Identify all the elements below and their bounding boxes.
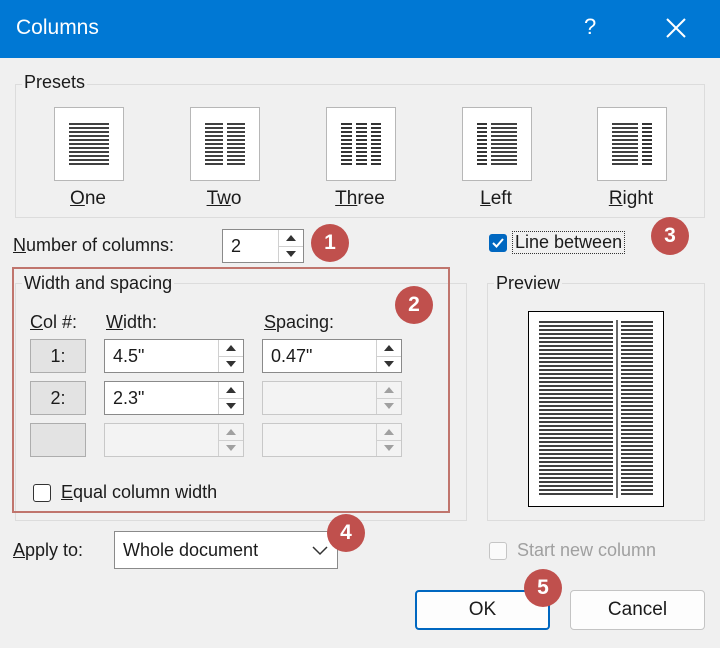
help-button[interactable]: ? <box>584 14 596 40</box>
preset-left-label[interactable]: Left <box>446 188 546 210</box>
equal-column-width-checkbox[interactable] <box>33 484 51 502</box>
checkmark-icon <box>492 238 504 248</box>
spacing-header: Spacing: <box>264 312 335 332</box>
col-1-width-input[interactable]: 4.5" <box>104 339 244 373</box>
spin-up-icon[interactable] <box>219 382 243 399</box>
title-bar: Columns ? <box>0 0 720 58</box>
spin-down-icon <box>226 445 236 451</box>
preview-page <box>528 311 664 507</box>
spin-down-icon[interactable] <box>279 246 303 262</box>
preset-right[interactable] <box>597 107 667 181</box>
col-1-width-spinner[interactable] <box>218 340 243 372</box>
preview-legend: Preview <box>494 273 563 294</box>
close-icon[interactable] <box>660 12 692 44</box>
apply-to-select[interactable]: Whole document <box>114 531 338 569</box>
one-column-preset-icon <box>69 123 109 165</box>
number-of-columns-input[interactable]: 2 <box>222 229 304 263</box>
line-between-label[interactable]: Line between <box>511 231 626 254</box>
cancel-button[interactable]: Cancel <box>570 590 705 630</box>
spin-up-icon[interactable] <box>279 230 303 247</box>
col-3-width-spinner <box>218 424 243 456</box>
line-between-checkbox[interactable] <box>489 234 507 252</box>
callout-badge-1: 1 <box>311 224 349 262</box>
spin-down-icon <box>384 403 394 409</box>
col-2-spacing-input <box>262 381 402 415</box>
col-number-1: 1: <box>30 339 86 373</box>
col-2-spacing-spinner <box>376 382 401 414</box>
start-new-column-checkbox <box>489 542 507 560</box>
chevron-down-icon[interactable] <box>309 541 331 561</box>
callout-badge-4: 4 <box>327 514 365 552</box>
col-2-width-spinner[interactable] <box>218 382 243 414</box>
right-columns-preset-icon <box>612 123 652 165</box>
spin-down-icon[interactable] <box>219 356 243 372</box>
col-2-width-value: 2.3" <box>113 388 145 408</box>
three-columns-preset-icon <box>341 123 381 165</box>
spin-up-icon <box>219 429 243 441</box>
apply-to-value: Whole document <box>123 540 259 560</box>
spin-up-icon[interactable] <box>377 340 401 357</box>
width-spacing-legend: Width and spacing <box>22 273 175 294</box>
callout-badge-2: 2 <box>395 286 433 324</box>
col-1-width-value: 4.5" <box>113 346 145 366</box>
callout-badge-5: 5 <box>524 569 562 607</box>
col-3-width-input <box>104 423 244 457</box>
col-number-header: Col #: <box>30 312 78 332</box>
preset-left[interactable] <box>462 107 532 181</box>
preview-columns-icon <box>539 320 653 498</box>
col-1-spacing-input[interactable]: 0.47" <box>262 339 402 373</box>
preset-three[interactable] <box>326 107 396 181</box>
two-columns-preset-icon <box>205 123 245 165</box>
start-new-column-label: Start new column <box>517 540 657 560</box>
preset-one-label[interactable]: One <box>38 188 138 210</box>
preset-three-label[interactable]: Three <box>310 188 410 210</box>
spin-down-icon[interactable] <box>219 398 243 414</box>
col-1-spacing-value: 0.47" <box>271 346 313 366</box>
col-number-3 <box>30 423 86 457</box>
col-3-spacing-input <box>262 423 402 457</box>
spin-down-icon[interactable] <box>377 356 401 372</box>
dialog-title: Columns <box>16 16 99 39</box>
apply-to-label: Apply to: <box>13 540 84 560</box>
col-3-spacing-spinner <box>376 424 401 456</box>
preset-right-label[interactable]: Right <box>581 188 681 210</box>
spin-up-icon <box>377 429 401 441</box>
equal-column-width-label[interactable]: Equal column width <box>61 482 217 503</box>
spin-down-icon <box>384 445 394 451</box>
spin-up-icon <box>377 387 401 399</box>
spin-up-icon[interactable] <box>219 340 243 357</box>
col-1-spacing-spinner[interactable] <box>376 340 401 372</box>
number-of-columns-value: 2 <box>231 236 242 256</box>
preset-two[interactable] <box>190 107 260 181</box>
col-2-width-input[interactable]: 2.3" <box>104 381 244 415</box>
presets-legend: Presets <box>22 72 88 93</box>
preset-one[interactable] <box>54 107 124 181</box>
callout-badge-3: 3 <box>651 217 689 255</box>
col-number-2: 2: <box>30 381 86 415</box>
number-of-columns-spinner[interactable] <box>278 230 303 262</box>
number-of-columns-label: Number of columns: <box>13 235 175 255</box>
width-header: Width: <box>106 312 158 332</box>
left-columns-preset-icon <box>477 123 517 165</box>
preset-two-label[interactable]: Two <box>174 188 274 210</box>
